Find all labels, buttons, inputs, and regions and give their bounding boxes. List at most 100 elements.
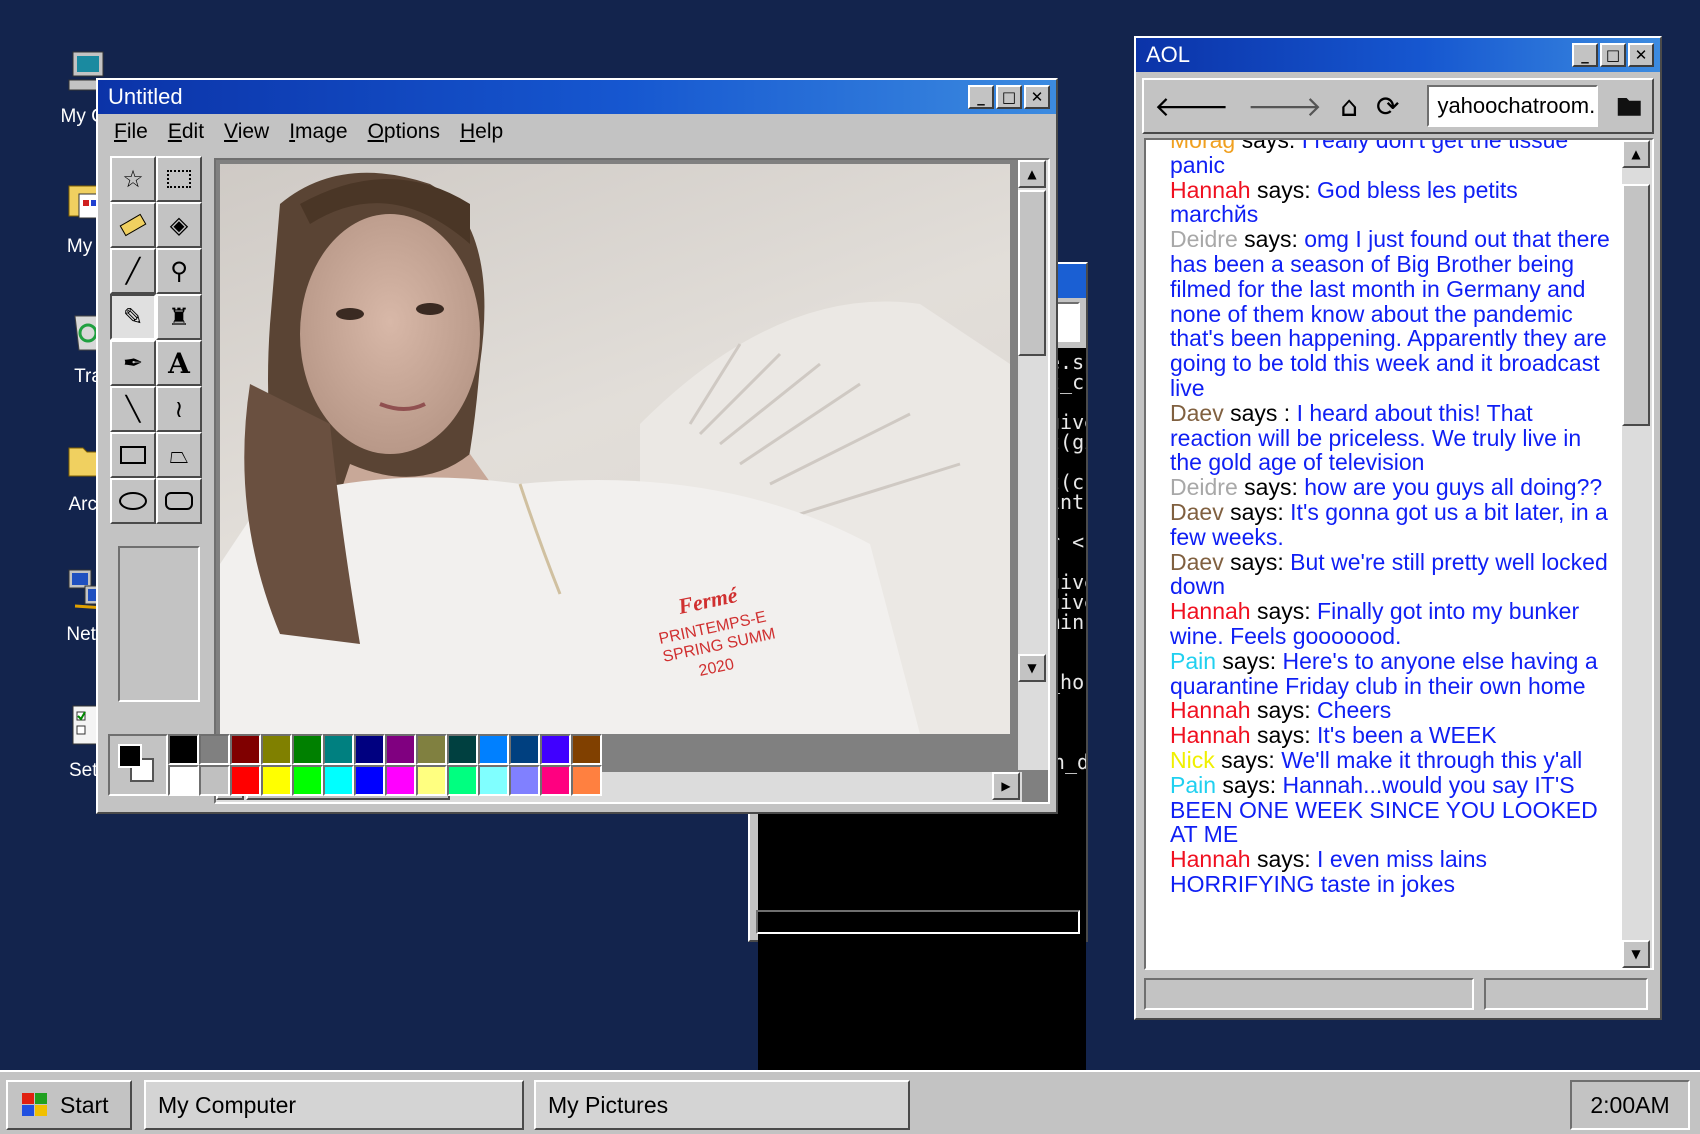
magnifier-tool[interactable]: ⚲ [156, 248, 202, 294]
scroll-right-button[interactable]: ▶ [992, 772, 1020, 800]
ellipse-tool[interactable] [110, 478, 156, 524]
paint-titlebar[interactable]: Untitled _ □ ✕ [98, 80, 1056, 114]
brush-tool[interactable]: ♜ [156, 294, 202, 340]
chat-username[interactable]: Hannah [1170, 722, 1251, 748]
color-swatch[interactable] [478, 734, 509, 765]
minimize-button[interactable]: _ [1572, 43, 1598, 67]
color-swatch[interactable] [354, 734, 385, 765]
chat-username[interactable]: Nick [1170, 747, 1215, 773]
menu-options[interactable]: Options [368, 120, 440, 144]
color-swatch[interactable] [571, 765, 602, 796]
menu-help[interactable]: Help [460, 120, 503, 144]
close-button[interactable]: ✕ [1628, 43, 1654, 67]
color-swatch[interactable] [447, 734, 478, 765]
tool-options-box[interactable] [118, 546, 200, 702]
color-swatch[interactable] [292, 765, 323, 796]
maximize-button[interactable]: □ [1600, 43, 1626, 67]
color-swatch[interactable] [230, 734, 261, 765]
color-swatch[interactable] [168, 765, 199, 796]
scroll-down-button[interactable]: ▼ [1622, 940, 1650, 968]
color-picker-tool[interactable]: ╱ [110, 248, 156, 294]
chat-username[interactable]: Hannah [1170, 598, 1251, 624]
menu-view[interactable]: View [224, 120, 269, 144]
chat-username[interactable]: Deidre [1170, 474, 1238, 500]
text-tool[interactable]: A [156, 340, 202, 386]
forward-icon[interactable]: 🡒 [1247, 89, 1322, 123]
color-swatch[interactable] [478, 765, 509, 796]
menu-edit[interactable]: Edit [168, 120, 204, 144]
color-swatch[interactable] [354, 765, 385, 796]
rounded-rect-tool[interactable] [156, 478, 202, 524]
refresh-icon[interactable]: ⟳ [1376, 90, 1399, 123]
home-icon[interactable]: ⌂ [1340, 90, 1358, 123]
rounded-rect-icon [165, 492, 193, 510]
paint-window[interactable]: Untitled _ □ ✕ File Edit View Image Opti… [96, 78, 1058, 814]
minimize-button[interactable]: _ [968, 85, 994, 109]
line-tool[interactable]: ╲ [110, 386, 156, 432]
color-swatch[interactable] [323, 765, 354, 796]
color-swatch[interactable] [199, 734, 230, 765]
taskbar-item-my-pictures[interactable]: My Pictures [534, 1080, 910, 1130]
chat-username[interactable]: Daev [1170, 549, 1224, 575]
aol-window[interactable]: AOL _ □ ✕ 🡐 🡒 ⌂ ⟳ yahoochatroom.c Morag … [1134, 36, 1662, 1020]
color-swatch[interactable] [509, 734, 540, 765]
says-label: says: [1237, 226, 1305, 253]
pencil-tool[interactable]: ✎ [110, 294, 156, 340]
scroll-up-button[interactable]: ▲ [1018, 160, 1046, 188]
rectangle-tool[interactable] [110, 432, 156, 478]
chat-username[interactable]: Deidre [1170, 226, 1238, 252]
color-swatch[interactable] [261, 765, 292, 796]
color-swatch[interactable] [447, 765, 478, 796]
chat-scrollbar[interactable]: ▲ ▼ [1622, 140, 1652, 968]
color-swatch[interactable] [385, 765, 416, 796]
start-button[interactable]: Start [6, 1080, 132, 1130]
scroll-up-button[interactable]: ▲ [1622, 140, 1650, 168]
menu-file[interactable]: File [114, 120, 148, 144]
curve-tool[interactable]: ≀ [156, 386, 202, 432]
airbrush-tool[interactable]: ✒ [110, 340, 156, 386]
maximize-button[interactable]: □ [996, 85, 1022, 109]
chat-username[interactable]: Morag [1170, 140, 1235, 153]
color-swatch[interactable] [292, 734, 323, 765]
chat-log[interactable]: Morag says: I really don't get the tissu… [1144, 138, 1654, 970]
aol-titlebar[interactable]: AOL _ □ ✕ [1136, 38, 1660, 72]
color-swatch[interactable] [168, 734, 199, 765]
canvas-photo[interactable]: Fermé PRINTEMPS-E SPRING SUMM 2020 [220, 164, 1010, 734]
color-swatch[interactable] [230, 765, 261, 796]
chat-username[interactable]: Pain [1170, 648, 1216, 674]
folder-icon[interactable] [1616, 93, 1642, 119]
color-swatch[interactable] [385, 734, 416, 765]
chat-username[interactable]: Daev [1170, 400, 1224, 426]
fill-tool[interactable]: ◈ [156, 202, 202, 248]
system-clock[interactable]: 2:00AM [1570, 1080, 1690, 1130]
chat-username[interactable]: Hannah [1170, 177, 1251, 203]
address-bar[interactable]: yahoochatroom.c [1427, 85, 1598, 127]
rect-select-tool[interactable] [156, 156, 202, 202]
chat-username[interactable]: Pain [1170, 772, 1216, 798]
chat-username[interactable]: Hannah [1170, 697, 1251, 723]
taskbar-item-my-computer[interactable]: My Computer [144, 1080, 524, 1130]
color-swatch[interactable] [540, 765, 571, 796]
close-button[interactable]: ✕ [1024, 85, 1050, 109]
eraser-tool[interactable] [110, 202, 156, 248]
scroll-thumb[interactable] [1018, 190, 1046, 356]
chat-username[interactable]: Hannah [1170, 846, 1251, 872]
color-swatch[interactable] [199, 765, 230, 796]
current-colors[interactable] [108, 734, 168, 796]
color-swatch[interactable] [416, 765, 447, 796]
chat-username[interactable]: Daev [1170, 499, 1224, 525]
canvas-area[interactable]: Fermé PRINTEMPS-E SPRING SUMM 2020 ▲ ▼ ◀… [214, 158, 1050, 804]
canvas-vertical-scrollbar[interactable]: ▲ ▼ [1018, 160, 1048, 770]
color-swatch[interactable] [323, 734, 354, 765]
polygon-tool[interactable]: ⏢ [156, 432, 202, 478]
color-swatch[interactable] [416, 734, 447, 765]
color-swatch[interactable] [509, 765, 540, 796]
scroll-down-button[interactable]: ▼ [1018, 654, 1046, 682]
color-swatch[interactable] [571, 734, 602, 765]
back-icon[interactable]: 🡐 [1154, 89, 1229, 123]
color-swatch[interactable] [261, 734, 292, 765]
color-swatch[interactable] [540, 734, 571, 765]
free-select-tool[interactable]: ☆ [110, 156, 156, 202]
scroll-thumb[interactable] [1622, 184, 1650, 426]
menu-image[interactable]: Image [289, 120, 347, 144]
